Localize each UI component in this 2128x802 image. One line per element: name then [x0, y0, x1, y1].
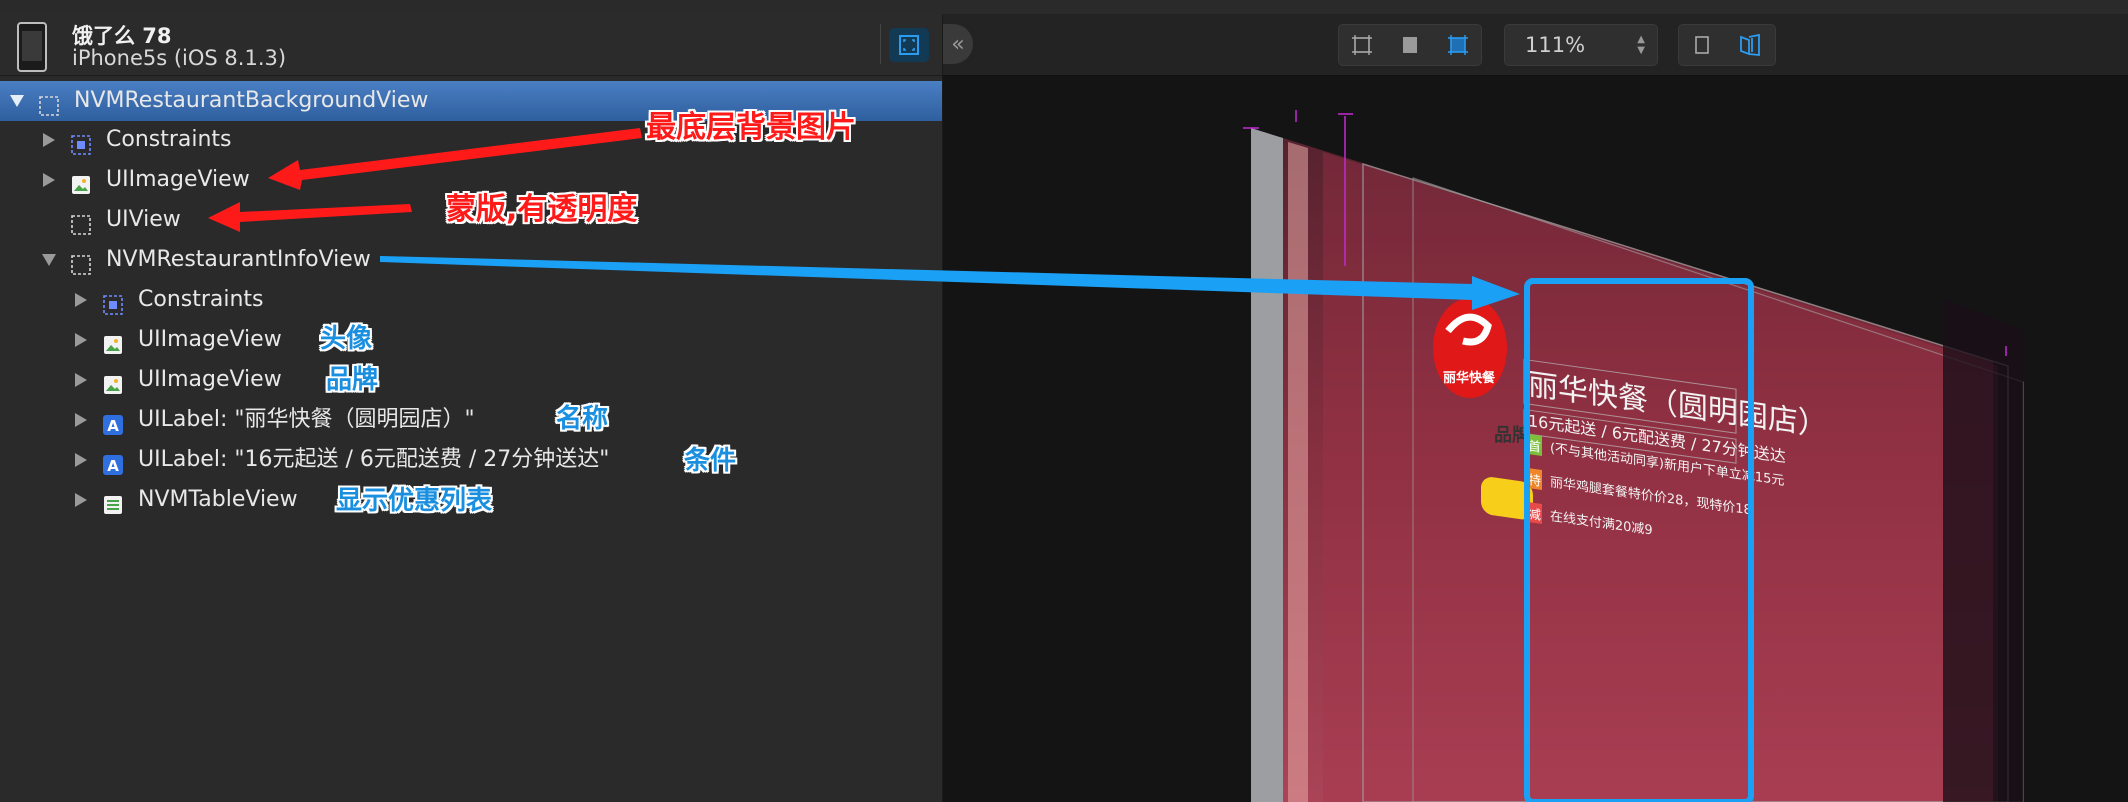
tree-row[interactable]: UIImageView	[0, 320, 920, 360]
annotation-bottom-background: 最底层背景图片	[646, 110, 856, 145]
layer-mask-overlay	[1323, 152, 1998, 802]
svg-text:A: A	[107, 417, 119, 435]
disclosure-collapsed-icon[interactable]	[40, 120, 58, 160]
divider	[880, 24, 881, 64]
tree-row-label: UIImageView	[106, 167, 250, 192]
3d-view-button[interactable]	[1727, 25, 1773, 65]
annotation-name: 名称	[556, 404, 609, 434]
stepper-arrows-icon: ▲ ▼	[1637, 34, 1645, 56]
view-icon	[70, 250, 92, 275]
annotation-mask: 蒙版,有透明度	[446, 192, 638, 227]
disclosure-expanded-icon[interactable]	[40, 240, 58, 280]
image-icon	[102, 330, 124, 354]
exploded-3d-view: 丽华快餐 品牌 丽华快餐（圆明园店） 16元起送 / 6元配送费 / 27分钟送…	[1243, 110, 2024, 802]
disclosure-collapsed-icon[interactable]	[72, 440, 90, 480]
phone-icon	[17, 22, 47, 72]
image-icon	[102, 370, 124, 394]
zoom-value: 111%	[1525, 33, 1586, 57]
table-icon	[102, 490, 124, 514]
disclosure-collapsed-icon[interactable]	[72, 320, 90, 360]
wireframe-contents-mode-button[interactable]	[1435, 25, 1481, 65]
disclosure-collapsed-icon[interactable]	[40, 160, 58, 200]
window-top-strip	[0, 0, 2128, 15]
layer-dark-side	[1943, 298, 2023, 802]
tree-row-label: Constraints	[106, 127, 232, 152]
logo-text: 丽华快餐	[1443, 370, 1496, 386]
tree-row[interactable]: A UILabel: "16元起送 / 6元配送费 / 27分钟送达"	[0, 440, 920, 480]
disclosure-expanded-icon[interactable]	[8, 81, 26, 121]
contents-icon	[1403, 37, 1417, 53]
2d-view-button[interactable]	[1679, 25, 1725, 65]
tree-row-label: Constraints	[138, 287, 264, 312]
double-chevron-left-icon: «	[951, 31, 965, 57]
tree-row-label: UIImageView	[138, 327, 282, 352]
render-mode-group	[1338, 24, 1482, 66]
focus-view-button[interactable]	[889, 28, 929, 62]
annotation-discount-list: 显示优惠列表	[336, 486, 493, 516]
wireframe-contents-icon	[1448, 35, 1468, 55]
tree-row-label: UIImageView	[138, 367, 282, 392]
annotation-brand: 品牌	[326, 365, 379, 395]
disclosure-collapsed-icon[interactable]	[72, 400, 90, 440]
constraints-icon	[102, 290, 124, 315]
label-icon: A	[102, 410, 124, 435]
tree-row-label: NVMTableView	[138, 487, 298, 512]
wireframe-mode-button[interactable]	[1339, 25, 1385, 65]
tree-row-label: NVMRestaurantBackgroundView	[74, 88, 429, 113]
device-header: 饿了么 78 iPhone5s (iOS 8.1.3)	[0, 14, 942, 76]
view-icon	[38, 91, 60, 116]
tree-row[interactable]: NVMRestaurantInfoView	[0, 240, 920, 280]
device-name: iPhone5s (iOS 8.1.3)	[72, 46, 287, 70]
view-mode-group	[1678, 24, 1776, 66]
tree-row-label: UIView	[106, 207, 181, 232]
tree-row-label: UILabel: "丽华快餐（圆明园店）"	[138, 407, 475, 432]
wireframe-icon	[1352, 35, 1372, 55]
view-icon	[70, 210, 92, 235]
tree-row[interactable]: UIImageView	[0, 360, 920, 400]
tree-row-label: NVMRestaurantInfoView	[106, 247, 371, 272]
annotation-avatar: 头像	[320, 324, 373, 354]
view-debugger-canvas[interactable]: 丽华快餐 品牌 丽华快餐（圆明园店） 16元起送 / 6元配送费 / 27分钟送…	[943, 76, 2128, 802]
disclosure-collapsed-icon[interactable]	[72, 480, 90, 520]
svg-text:A: A	[107, 457, 119, 475]
contents-mode-button[interactable]	[1387, 25, 1433, 65]
zoom-stepper[interactable]: 111% ▲ ▼	[1504, 24, 1658, 66]
tree-row-label: UILabel: "16元起送 / 6元配送费 / 27分钟送达"	[138, 447, 610, 472]
disclosure-collapsed-icon[interactable]	[72, 280, 90, 320]
label-icon: A	[102, 450, 124, 475]
tree-row[interactable]: A UILabel: "丽华快餐（圆明园店）"	[0, 400, 920, 440]
tree-row[interactable]: Constraints	[0, 280, 920, 320]
focus-icon	[899, 35, 919, 55]
disclosure-collapsed-icon[interactable]	[72, 360, 90, 400]
layer-background-edge	[1251, 128, 1283, 802]
annotation-condition: 条件	[684, 446, 737, 476]
image-icon	[70, 170, 92, 194]
constraints-icon	[70, 130, 92, 155]
layer-mask	[1288, 142, 1308, 802]
exploded-view-icon	[1740, 33, 1760, 56]
flat-view-icon	[1695, 36, 1709, 54]
